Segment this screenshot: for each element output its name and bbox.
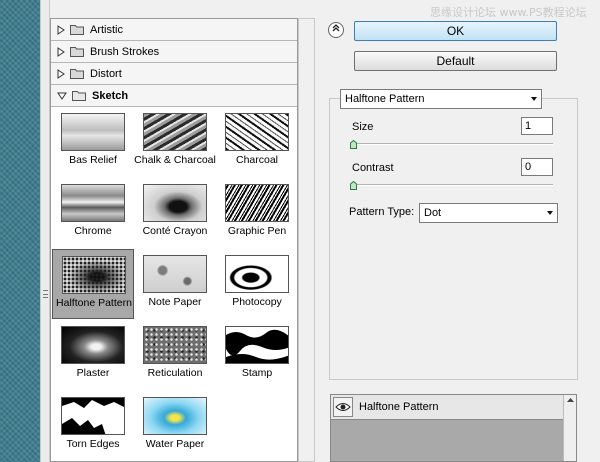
contrast-input[interactable]: 0 [521,158,553,176]
category-label: Brush Strokes [90,45,160,58]
effect-layer-name: Halftone Pattern [359,401,439,413]
category-sketch[interactable]: Sketch [51,85,297,107]
size-input[interactable]: 1 [521,117,553,135]
triangle-down-icon [57,92,67,100]
category-label: Artistic [90,23,123,36]
folder-icon [70,25,84,35]
filter-label: Photocopy [232,296,282,308]
thumbnail-image [62,256,126,294]
size-slider-thumb[interactable] [350,140,357,149]
folder-open-icon [72,91,86,101]
thumbnail-image [61,326,125,364]
category-label: Distort [90,67,122,80]
category-brush-strokes[interactable]: Brush Strokes [51,41,297,63]
filter-label: Plaster [76,367,110,379]
size-slider-track[interactable] [352,143,553,145]
filter-plaster[interactable]: Plaster [52,320,134,390]
filter-label: Chalk & Charcoal [134,154,216,166]
filter-chrome[interactable]: Chrome [52,178,134,248]
effect-layers-panel: Halftone Pattern [330,394,577,462]
thumbnail-image [61,113,125,151]
contrast-slider-thumb[interactable] [350,181,357,190]
filter-label: Reticulation [147,367,203,379]
ok-button[interactable]: OK [354,21,557,41]
filter-halftone-pattern[interactable]: Halftone Pattern [52,249,134,319]
filter-torn-edges[interactable]: Torn Edges [52,391,134,461]
size-label: Size [352,121,374,133]
thumbnail-image [143,113,207,151]
thumbnail-image [61,184,125,222]
thumbnail-image [143,397,207,435]
filter-bas-relief[interactable]: Bas Relief [52,107,134,177]
filter-label: Chrome [74,225,112,237]
pattern-type-value: Dot [424,207,442,219]
thumbnail-image [143,326,207,364]
default-button[interactable]: Default [354,51,557,71]
torn-shape [62,400,124,434]
filter-label: Bas Relief [69,154,117,166]
filter-stamp[interactable]: Stamp [216,320,297,390]
triangle-right-icon [57,68,65,79]
pattern-type-label: Pattern Type: [349,206,415,218]
filter-label: Note Paper [148,296,202,308]
filter-label: Halftone Pattern [56,297,132,309]
filter-chalk-charcoal[interactable]: Chalk & Charcoal [134,107,216,177]
filter-gallery: Artistic Brush Strokes Distort Sketch Ba… [50,18,298,462]
contrast-slider-track[interactable] [352,184,553,186]
scroll-up-icon [567,398,574,402]
thumbnail-image [225,113,289,151]
stamp-shape [226,329,288,363]
filter-dropdown[interactable]: Halftone Pattern [340,89,542,109]
gallery-scrollbar[interactable] [298,18,315,462]
thumbnail-image [225,326,289,364]
filter-photocopy[interactable]: Photocopy [216,249,297,319]
filter-dropdown-value: Halftone Pattern [345,93,425,105]
dropdown-arrow-icon [531,97,537,101]
filter-settings-group [329,98,578,380]
filter-note-paper[interactable]: Note Paper [134,249,216,319]
filter-label: Charcoal [235,154,279,166]
filter-conte-crayon[interactable]: Conté Crayon [134,178,216,248]
filter-label: Torn Edges [66,438,120,450]
effect-layer-row[interactable]: Halftone Pattern [331,395,564,420]
category-label: Sketch [92,89,129,102]
filter-water-paper[interactable]: Water Paper [134,391,216,461]
thumbnail-image [143,255,207,293]
thumbnail-image [61,397,125,435]
category-artistic[interactable]: Artistic [51,19,297,41]
eye-icon[interactable] [333,397,353,417]
category-distort[interactable]: Distort [51,63,297,85]
layers-scrollbar[interactable] [563,395,576,461]
collapse-gallery-button[interactable] [328,22,344,38]
watermark-text: 思缘设计论坛 www.PS教程论坛 [430,6,587,19]
thumbnail-image [143,184,207,222]
thumbnail-image [225,255,289,293]
triangle-right-icon [57,46,65,57]
dropdown-arrow-icon [547,211,553,215]
filter-charcoal[interactable]: Charcoal [216,107,297,177]
pattern-type-dropdown[interactable]: Dot [419,203,558,223]
folder-icon [70,47,84,57]
filter-label: Graphic Pen [227,225,287,237]
splitter-handle[interactable] [40,0,50,462]
filter-label: Conté Crayon [142,225,208,237]
double-chevron-up-icon [332,24,340,32]
gallery-header [50,0,320,18]
filter-label: Stamp [241,367,273,379]
thumbnail-image [225,184,289,222]
filter-reticulation[interactable]: Reticulation [134,320,216,390]
triangle-right-icon [57,24,65,35]
grip-icon [43,290,48,298]
filter-label: Water Paper [145,438,205,450]
folder-icon [70,69,84,79]
filter-graphic-pen[interactable]: Graphic Pen [216,178,297,248]
contrast-label: Contrast [352,162,394,174]
preview-canvas[interactable] [0,0,40,462]
